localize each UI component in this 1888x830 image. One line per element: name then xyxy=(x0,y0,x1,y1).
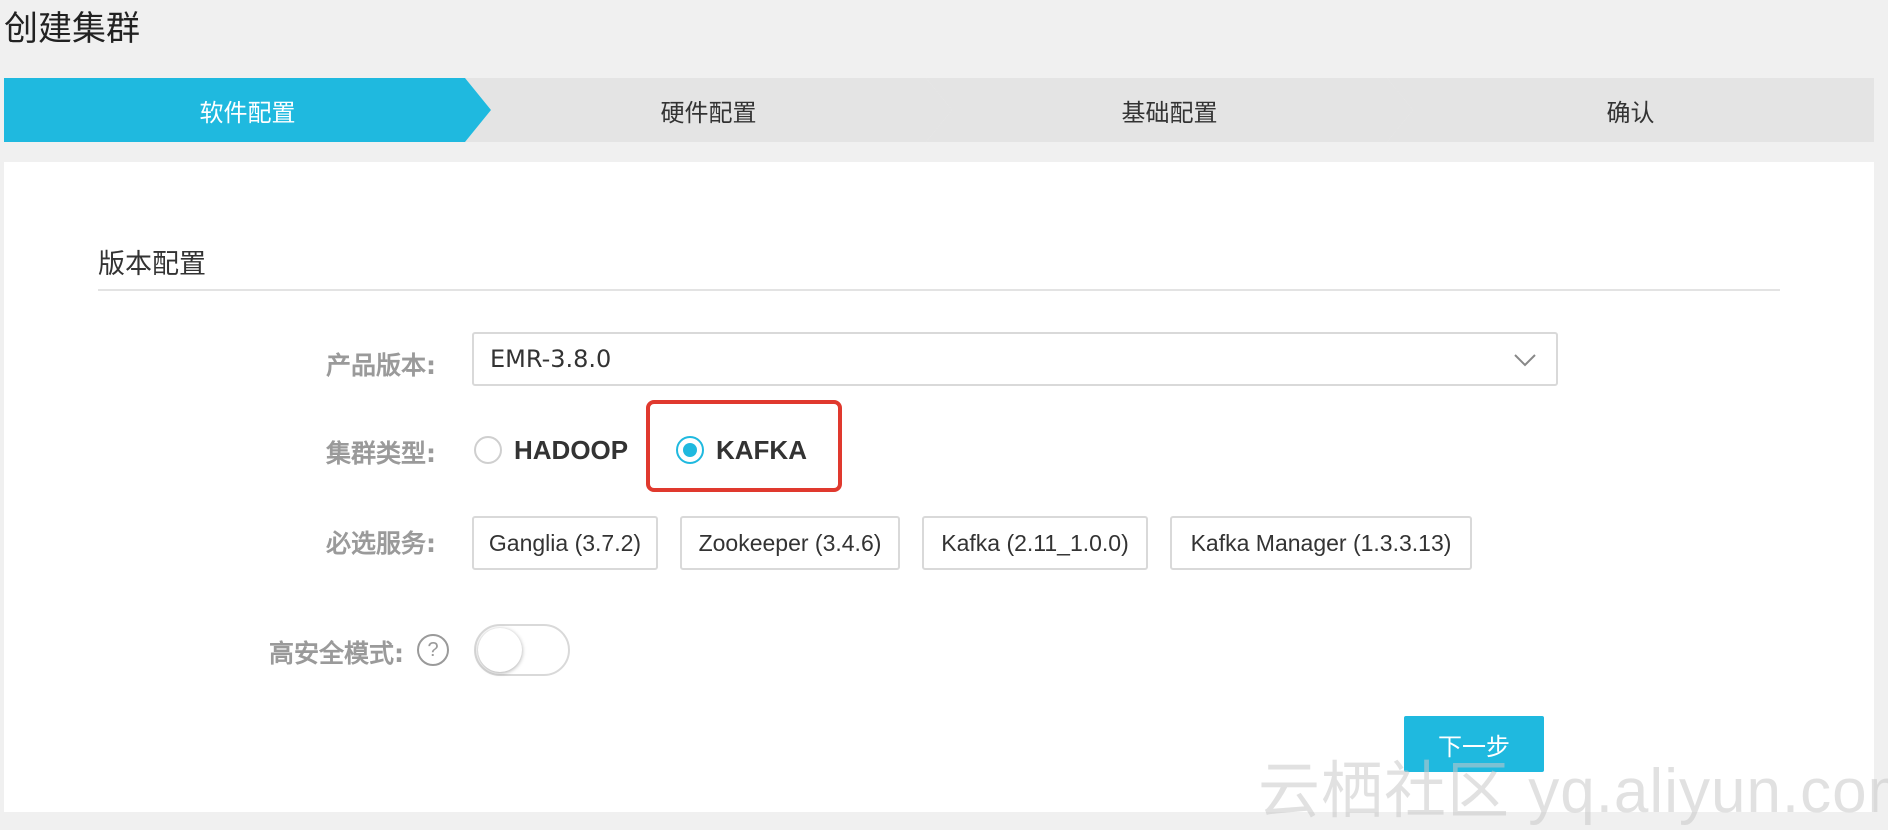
product-version-value: EMR-3.8.0 xyxy=(490,345,612,373)
cluster-type-label: 集群类型: xyxy=(326,439,436,468)
step-basic-config[interactable]: 基础配置 xyxy=(926,78,1413,142)
config-panel: 版本配置 产品版本: EMR-3.8.0 集群类型: HADOOP KAFKA … xyxy=(4,162,1874,812)
radio-hadoop[interactable]: HADOOP xyxy=(474,430,628,470)
step-label: 硬件配置 xyxy=(660,98,757,127)
service-tag-zookeeper: Zookeeper (3.4.6) xyxy=(680,516,900,570)
service-tag-ganglia: Ganglia (3.7.2) xyxy=(472,516,658,570)
section-title: 版本配置 xyxy=(98,249,206,280)
section-divider xyxy=(98,289,1780,291)
step-software-config[interactable]: 软件配置 xyxy=(4,78,491,142)
watermark: 云栖社区 yq.aliyun.com xyxy=(1258,757,1888,826)
step-label: 基础配置 xyxy=(1121,98,1218,127)
service-tag-kafka: Kafka (2.11_1.0.0) xyxy=(922,516,1148,570)
annotation-highlight xyxy=(646,400,842,492)
step-confirm[interactable]: 确认 xyxy=(1387,78,1874,142)
toggle-knob xyxy=(478,628,522,672)
required-services-label: 必选服务: xyxy=(326,529,436,558)
product-version-label: 产品版本: xyxy=(326,351,436,380)
service-tag-kafka-manager: Kafka Manager (1.3.3.13) xyxy=(1170,516,1472,570)
step-label: 软件配置 xyxy=(199,98,296,127)
high-security-label: 高安全模式: xyxy=(269,639,404,668)
page-title: 创建集群 xyxy=(4,9,140,49)
step-label: 确认 xyxy=(1606,98,1655,127)
chevron-down-icon xyxy=(1514,354,1536,367)
high-security-toggle[interactable] xyxy=(474,624,570,676)
step-hardware-config[interactable]: 硬件配置 xyxy=(465,78,952,142)
radio-label: HADOOP xyxy=(514,434,629,465)
wizard-steps: 软件配置 硬件配置 基础配置 确认 xyxy=(4,78,1874,142)
question-circle-icon[interactable]: ? xyxy=(417,634,449,666)
radio-circle xyxy=(474,436,502,464)
product-version-select[interactable]: EMR-3.8.0 xyxy=(472,332,1558,386)
